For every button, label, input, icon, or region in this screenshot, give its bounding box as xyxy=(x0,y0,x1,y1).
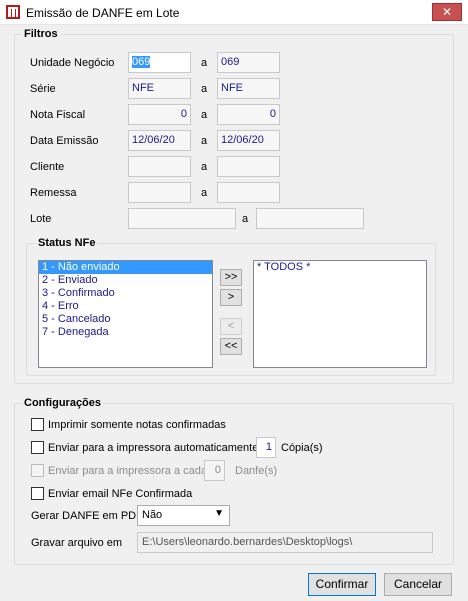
save-label: Gravar arquivo em xyxy=(31,537,123,549)
list-item[interactable]: * TODOS * xyxy=(254,261,426,274)
confirm-button[interactable]: Confirmar xyxy=(308,573,376,596)
lote-from-input[interactable] xyxy=(128,208,236,229)
range-sep: a xyxy=(201,57,208,69)
list-item[interactable]: 5 - Cancelado xyxy=(39,313,212,326)
close-icon: ✕ xyxy=(441,5,453,19)
checkbox-box[interactable] xyxy=(31,464,44,477)
cancel-button[interactable]: Cancelar xyxy=(384,573,452,596)
list-item[interactable]: 1 - Não enviado xyxy=(39,261,212,274)
dialog-window: Emissão de DANFE em Lote ✕ Filtros Unida… xyxy=(0,0,468,601)
label-data-emissao: Data Emissão xyxy=(30,135,99,147)
save-path-input[interactable]: E:\Users\leonardo.bernardes\Desktop\logs… xyxy=(137,532,433,553)
remessa-from-input[interactable] xyxy=(128,182,191,203)
serie-from-input[interactable]: NFE xyxy=(128,78,191,99)
range-sep: a xyxy=(242,213,249,225)
pdf-label: Gerar DANFE em PDF xyxy=(31,510,143,522)
label-lote: Lote xyxy=(30,213,52,225)
filtros-title: Filtros xyxy=(22,28,60,40)
selected-status-list[interactable]: * TODOS * xyxy=(253,260,427,368)
serie-to-input[interactable]: NFE xyxy=(217,78,280,99)
data-to-input[interactable]: 12/06/20 xyxy=(217,130,280,151)
email-checkbox[interactable]: Enviar email NFe Confirmada xyxy=(31,487,192,500)
label-unidade-negocio: Unidade Negócio xyxy=(30,57,115,69)
range-sep: a xyxy=(201,83,208,95)
label-nota-fiscal: Nota Fiscal xyxy=(30,109,86,121)
cliente-from-input[interactable] xyxy=(128,156,191,177)
list-item[interactable]: 4 - Erro xyxy=(39,300,212,313)
app-icon xyxy=(6,5,20,19)
pdf-select[interactable]: Não ▼ xyxy=(137,505,230,526)
checkbox-box[interactable] xyxy=(31,487,44,500)
range-sep: a xyxy=(201,135,208,147)
send-auto-checkbox[interactable]: Enviar para a impressora automaticamente xyxy=(31,441,258,454)
close-button[interactable]: ✕ xyxy=(432,3,462,21)
add-button[interactable]: > xyxy=(220,289,242,306)
range-sep: a xyxy=(201,187,208,199)
label-serie: Série xyxy=(30,83,56,95)
unidade-to-input[interactable]: 069 xyxy=(217,52,280,73)
window-title: Emissão de DANFE em Lote xyxy=(26,6,180,20)
lote-to-input[interactable] xyxy=(256,208,364,229)
list-item[interactable]: 7 - Denegada xyxy=(39,326,212,339)
send-each-input[interactable]: 0 xyxy=(204,460,225,481)
nota-to-input[interactable]: 0 xyxy=(217,104,280,125)
available-status-list[interactable]: 1 - Não enviado 2 - Enviado 3 - Confirma… xyxy=(38,260,213,368)
unidade-from-input[interactable]: 069 xyxy=(128,52,191,73)
add-all-button[interactable]: >> xyxy=(220,269,242,286)
send-each-checkbox[interactable]: Enviar para a impressora a cada xyxy=(31,464,207,477)
label-remessa: Remessa xyxy=(30,187,77,199)
label-cliente: Cliente xyxy=(30,161,65,173)
list-item[interactable]: 2 - Enviado xyxy=(39,274,212,287)
range-sep: a xyxy=(201,161,208,173)
config-title: Configurações xyxy=(22,397,104,409)
checkbox-box[interactable] xyxy=(31,441,44,454)
send-each-suffix: Danfe(s) xyxy=(235,465,278,477)
print-confirmed-checkbox[interactable]: Imprimir somente notas confirmadas xyxy=(31,418,226,431)
copies-input[interactable]: 1 xyxy=(256,437,276,458)
copies-suffix: Cópia(s) xyxy=(281,442,323,454)
chevron-down-icon: ▼ xyxy=(214,508,224,519)
status-nfe-title: Status NFe xyxy=(36,237,98,249)
cliente-to-input[interactable] xyxy=(217,156,280,177)
list-item[interactable]: 3 - Confirmado xyxy=(39,287,212,300)
remessa-to-input[interactable] xyxy=(217,182,280,203)
checkbox-box[interactable] xyxy=(31,418,44,431)
range-sep: a xyxy=(201,109,208,121)
remove-all-button[interactable]: << xyxy=(220,338,242,355)
title-bar: Emissão de DANFE em Lote ✕ xyxy=(0,0,468,25)
nota-from-input[interactable]: 0 xyxy=(128,104,191,125)
data-from-input[interactable]: 12/06/20 xyxy=(128,130,191,151)
remove-button[interactable]: < xyxy=(220,318,242,335)
